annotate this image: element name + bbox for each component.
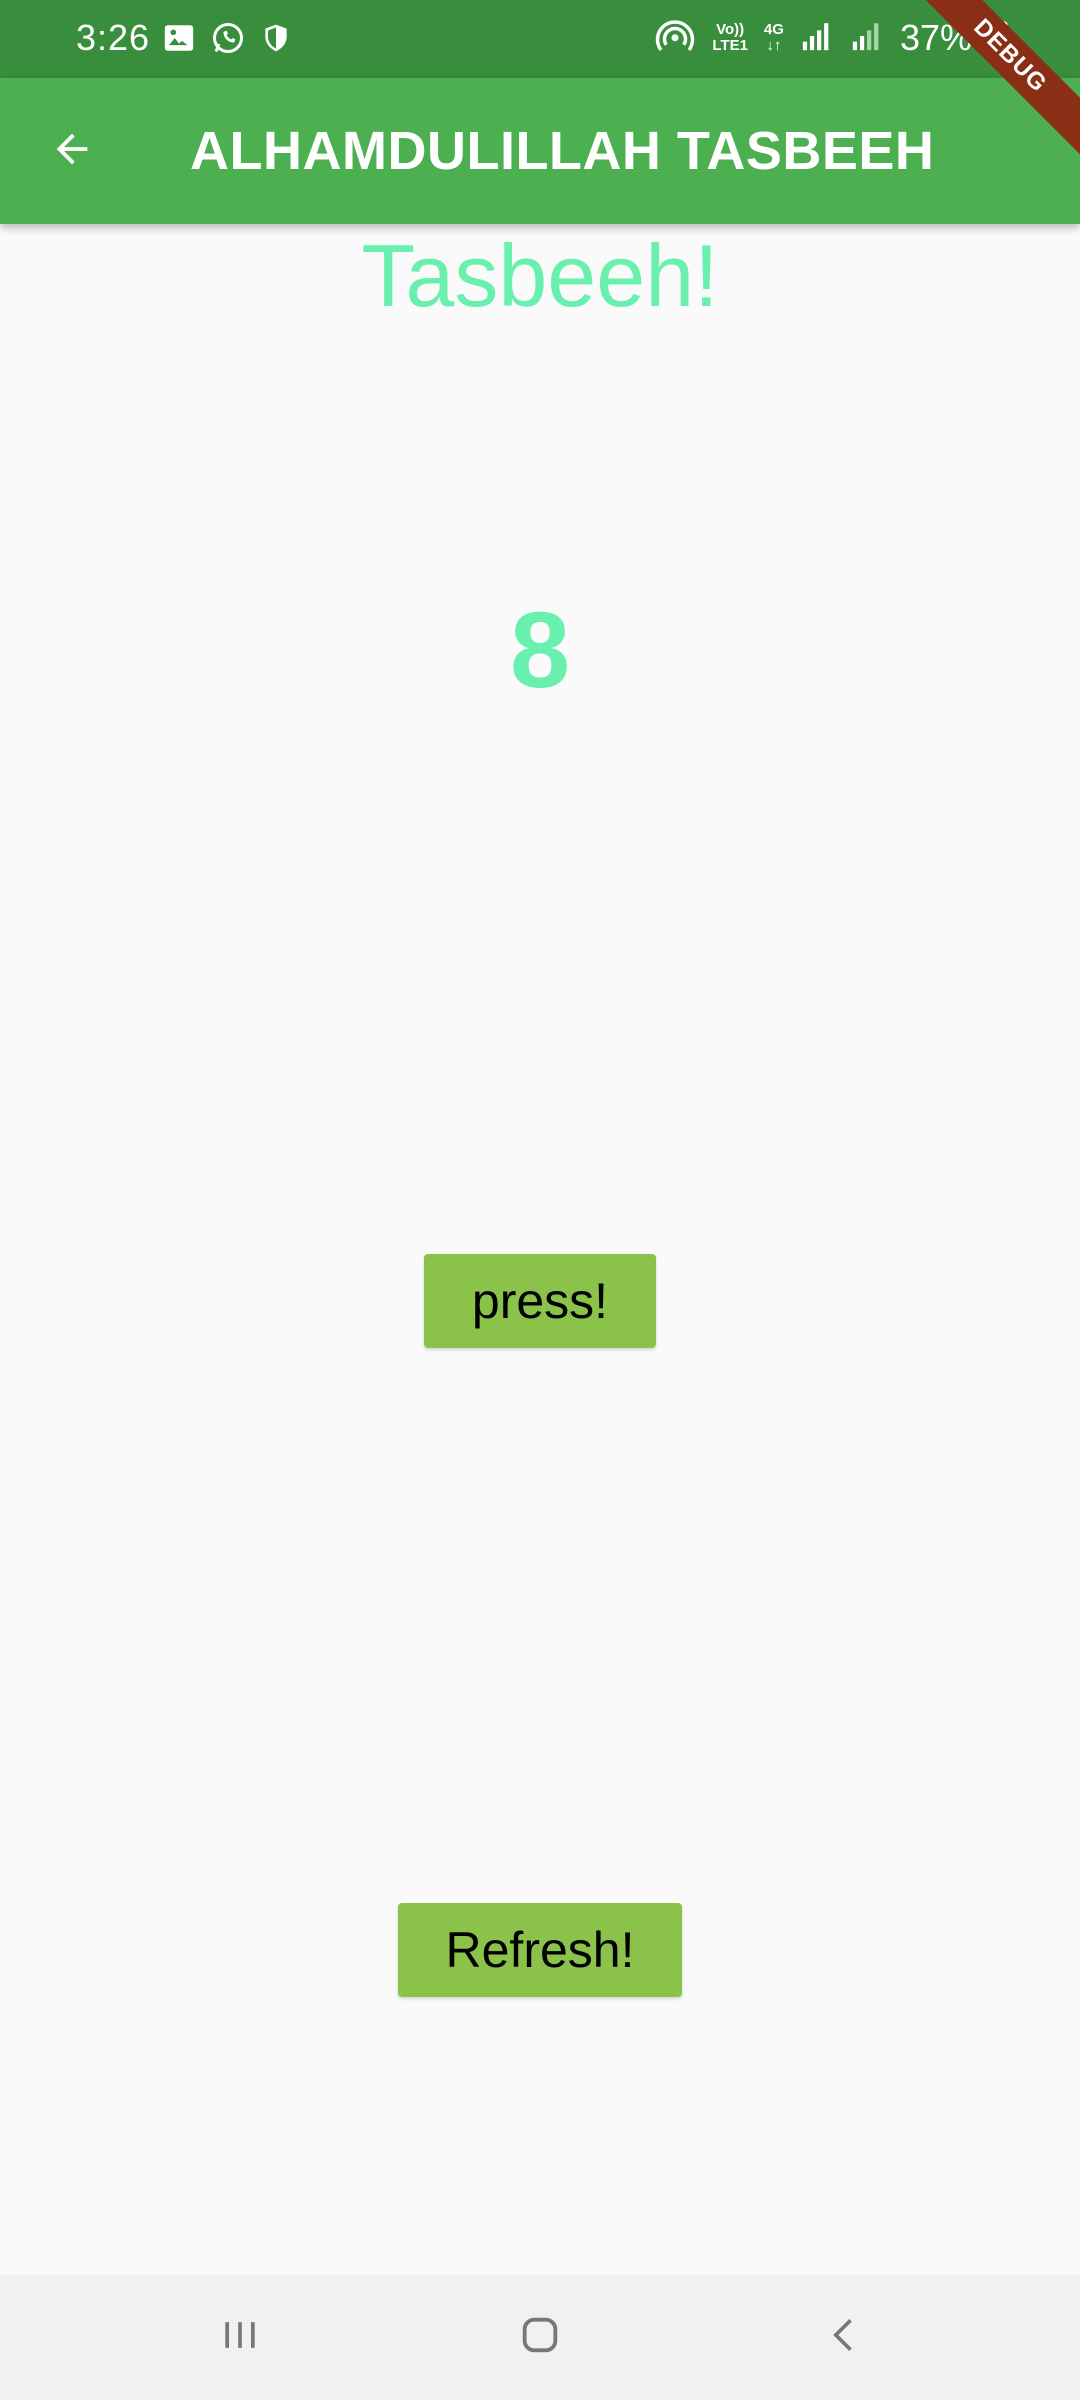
press-button[interactable]: press! (424, 1254, 656, 1348)
back-icon (823, 2313, 867, 2362)
status-bar: 3:26 Vo)) LTE1 4G ↓↑ 37% (0, 0, 1080, 78)
system-nav-bar (0, 2274, 1080, 2400)
system-back-button[interactable] (810, 2302, 880, 2372)
signal-icon (850, 19, 884, 58)
refresh-button[interactable]: Refresh! (398, 1903, 682, 1997)
hotspot-icon (654, 15, 696, 62)
home-icon (517, 2312, 563, 2363)
tasbeeh-counter: 8 (509, 589, 571, 710)
status-time: 3:26 (76, 17, 151, 58)
recents-button[interactable] (205, 2302, 275, 2372)
whatsapp-icon (210, 20, 246, 61)
recents-icon (218, 2313, 262, 2362)
tasbeeh-heading: Tasbeeh! (361, 226, 719, 325)
arrow-left-icon (49, 126, 95, 177)
home-button[interactable] (505, 2302, 575, 2372)
app-bar: ALHAMDULILLAH TASBEEH (0, 78, 1080, 224)
image-icon (162, 21, 196, 60)
data-indicator: 4G ↓↑ (763, 21, 784, 54)
status-notification-icons (162, 20, 292, 61)
page-title: ALHAMDULILLAH TASBEEH (190, 121, 935, 181)
shield-icon (260, 21, 292, 60)
volte-indicator: Vo)) LTE1 (712, 21, 748, 54)
signal-icon (800, 19, 834, 58)
back-button[interactable] (42, 121, 102, 181)
